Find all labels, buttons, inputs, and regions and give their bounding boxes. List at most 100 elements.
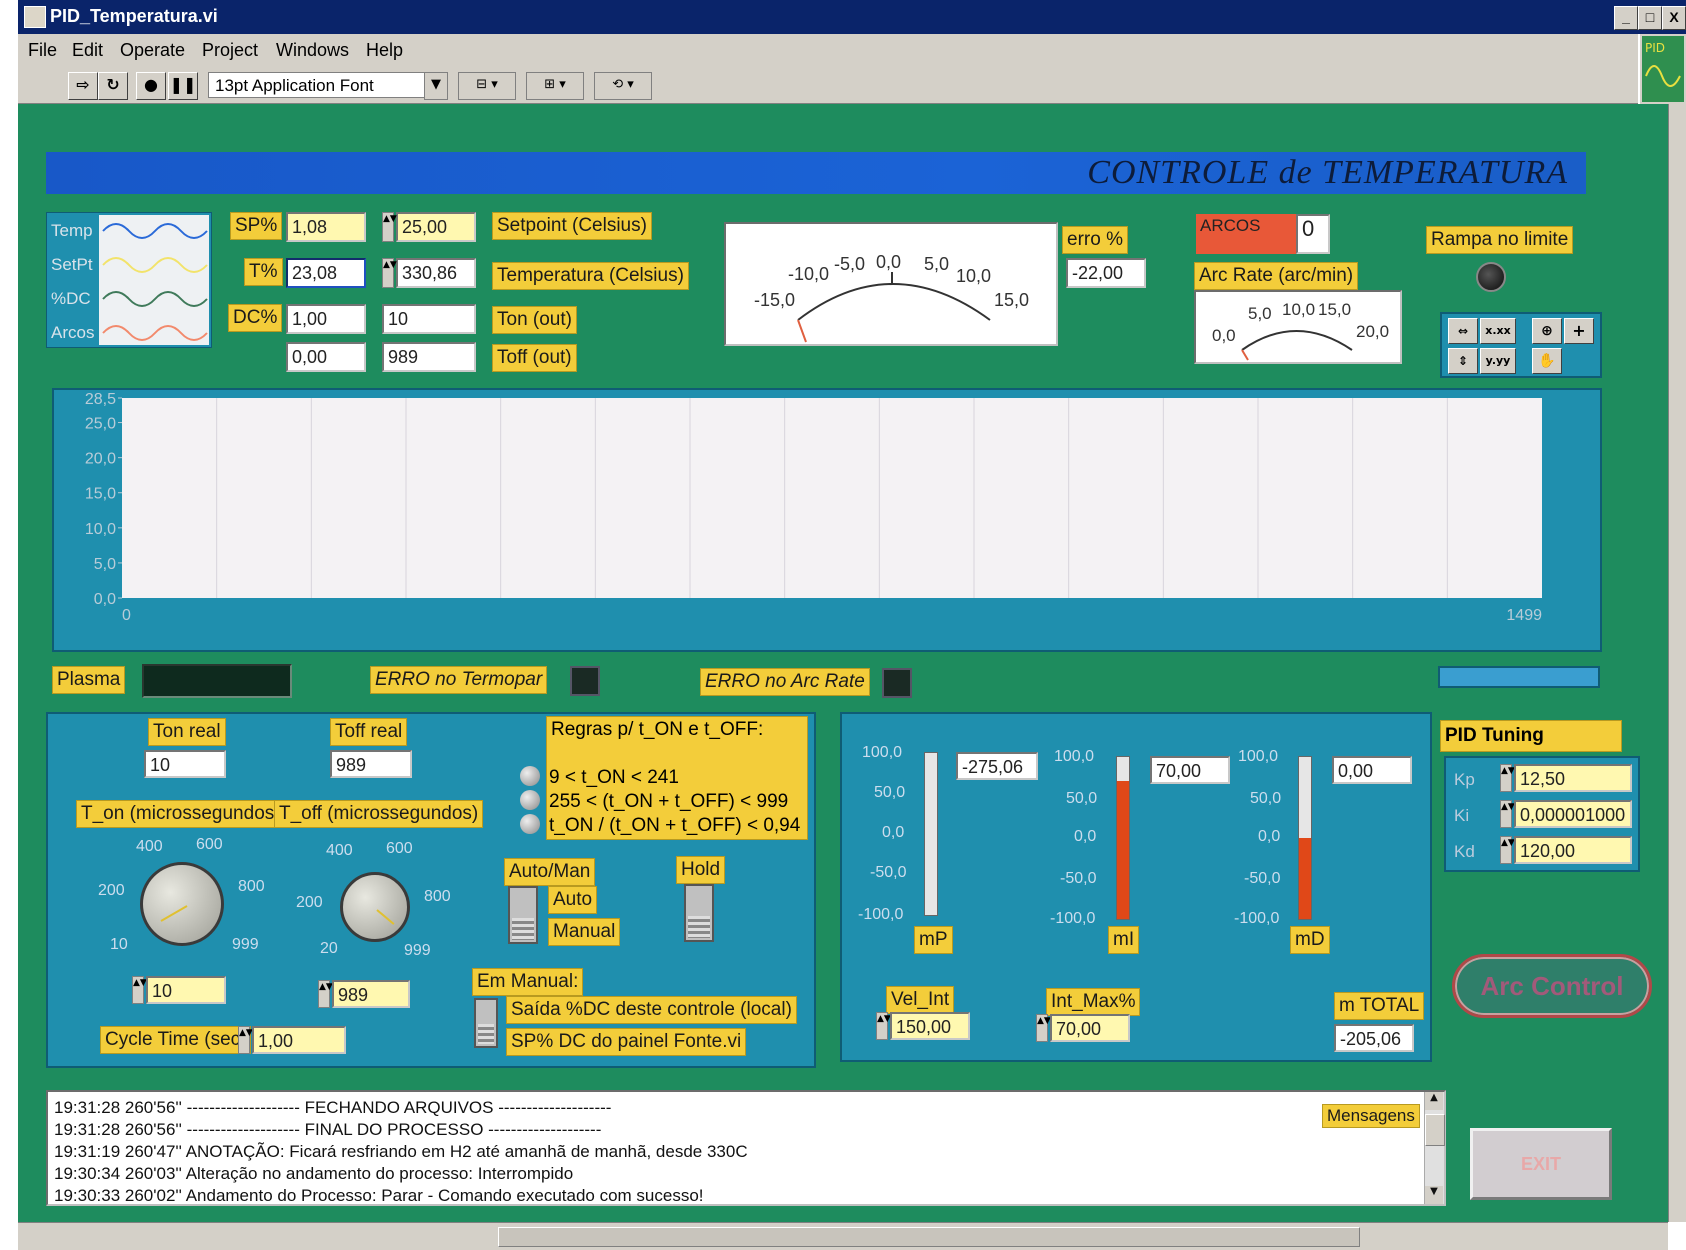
maximize-button[interactable]: □ xyxy=(1638,6,1662,30)
menu-help[interactable]: Help xyxy=(366,40,403,61)
messages-scroll-thumb[interactable] xyxy=(1425,1114,1445,1146)
legend-arcos: Arcos xyxy=(51,323,95,342)
font-dropdown-arrow-icon[interactable]: ▼ xyxy=(424,72,448,100)
window-title: PID_Temperatura.vi xyxy=(50,6,218,26)
ton-knob-tick-999: 999 xyxy=(232,936,259,953)
mi-label: mI xyxy=(1108,926,1140,954)
menu-edit[interactable]: Edit xyxy=(72,40,103,61)
minimize-button[interactable]: _ xyxy=(1614,6,1638,30)
toff-value-field[interactable]: 989 xyxy=(332,980,410,1008)
vi-logo-icon: PID xyxy=(1640,34,1686,104)
legend-temp: Temp xyxy=(51,221,93,240)
scroll-down-icon[interactable]: ▼ xyxy=(1425,1186,1443,1204)
md-bar xyxy=(1298,756,1312,920)
sp-label: SP% xyxy=(230,212,283,240)
mi-tick-m100: -100,0 xyxy=(1050,910,1096,927)
cycle-time-field[interactable]: 1,00 xyxy=(252,1026,346,1054)
sp-percent-field[interactable]: 1,08 xyxy=(286,212,366,242)
scroll-up-icon[interactable]: ▲ xyxy=(1425,1092,1443,1110)
ki-label: Ki xyxy=(1454,806,1470,825)
int-max-label: Int_Max% xyxy=(1046,988,1141,1016)
run-icon[interactable]: ⇨ xyxy=(68,72,98,100)
run-continuous-icon[interactable]: ↻ xyxy=(98,72,128,100)
pause-icon[interactable]: ❚❚ xyxy=(168,72,198,100)
toff-knob-tick-800: 800 xyxy=(424,888,451,905)
menu-project[interactable]: Project xyxy=(202,40,258,61)
rule-2-led xyxy=(520,790,540,810)
ki-field[interactable]: 0,000001000 xyxy=(1514,800,1632,828)
toff-out-label: Toff (out) xyxy=(492,344,577,372)
md-value-field: 0,00 xyxy=(1332,756,1412,784)
mi-tick-50: 50,0 xyxy=(1066,790,1098,807)
ki-spinner[interactable]: ▲▼ xyxy=(1500,800,1515,828)
vertical-scrollbar[interactable] xyxy=(1668,104,1686,1222)
y-format-icon[interactable]: y.yy xyxy=(1480,348,1516,374)
menu-operate[interactable]: Operate xyxy=(120,40,185,61)
reorder-dropdown[interactable]: ⟲ ▾ xyxy=(594,72,652,100)
sp-celsius-spinner[interactable]: ▲▼ xyxy=(382,212,397,242)
toolbar: ⇨ ↻ ● ❚❚ 13pt Application Font ▼ ⊟ ▾ ⊞ ▾… xyxy=(18,66,1638,104)
menu-windows[interactable]: Windows xyxy=(276,40,349,61)
arc-control-button[interactable]: Arc Control xyxy=(1452,954,1652,1018)
arcos-count-field: 0 xyxy=(1296,214,1330,254)
ton-knob-tick-400: 400 xyxy=(136,838,163,855)
mtotal-label: m TOTAL xyxy=(1334,992,1425,1020)
sp-celsius-field[interactable]: 25,00 xyxy=(396,212,476,242)
toff-spinner[interactable]: ▲▼ xyxy=(318,980,333,1008)
y-autoscale-icon[interactable]: ⇕ xyxy=(1448,348,1478,374)
cycle-time-spinner[interactable]: ▲▼ xyxy=(238,1026,253,1054)
automan-switch[interactable] xyxy=(508,886,538,944)
font-selector[interactable]: 13pt Application Font xyxy=(208,72,448,98)
message-line: 19:31:28 260'56'' -------------------- F… xyxy=(54,1120,602,1139)
align-objects-dropdown[interactable]: ⊟ ▾ xyxy=(458,72,516,100)
message-line: 19:30:34 260'03'' Alteração no andamento… xyxy=(54,1164,574,1183)
exit-button[interactable]: EXIT xyxy=(1470,1128,1612,1200)
toff-knob-tick-20: 20 xyxy=(320,940,338,957)
y-tick-label: 0,0 xyxy=(94,591,116,608)
messages-scrollbar[interactable]: ▲ ▼ xyxy=(1424,1092,1445,1204)
int-max-field[interactable]: 70,00 xyxy=(1050,1014,1130,1042)
md-tick-m50: -50,0 xyxy=(1244,870,1281,887)
arc-tick-2: 5,0 xyxy=(1248,304,1272,323)
erro-termopar-label: ERRO no Termopar xyxy=(370,666,548,694)
message-line: 19:30:33 260'02'' Andamento do Processo:… xyxy=(54,1186,704,1205)
close-button[interactable]: X xyxy=(1662,6,1686,30)
menu-file[interactable]: File xyxy=(28,40,57,61)
abort-icon[interactable]: ● xyxy=(136,72,166,100)
kp-field[interactable]: 12,50 xyxy=(1514,764,1632,792)
distribute-objects-dropdown[interactable]: ⊞ ▾ xyxy=(526,72,584,100)
error-tick-4: 0,0 xyxy=(876,252,902,272)
kd-spinner[interactable]: ▲▼ xyxy=(1500,836,1515,864)
rules-title: Regras p/ t_ON e t_OFF: xyxy=(551,719,764,740)
x-autoscale-icon[interactable]: ⇔ xyxy=(1448,318,1478,344)
kd-field[interactable]: 120,00 xyxy=(1514,836,1632,864)
plot-area xyxy=(122,398,1542,598)
hold-switch[interactable] xyxy=(684,884,714,942)
toff-out-field: 989 xyxy=(382,342,476,372)
ton-spinner[interactable]: ▲▼ xyxy=(132,976,147,1004)
vel-int-spinner[interactable]: ▲▼ xyxy=(876,1012,891,1040)
em-manual-switch[interactable] xyxy=(474,998,498,1048)
ton-value-field[interactable]: 10 xyxy=(146,976,226,1004)
legend-setpt: SetPt xyxy=(51,255,93,274)
cursor-icon[interactable]: + xyxy=(1564,318,1594,344)
horizontal-scrollbar[interactable] xyxy=(18,1222,1668,1250)
erro-value-field: -22,00 xyxy=(1066,258,1146,288)
window-titlebar: PID_Temperatura.vi _ □ X xyxy=(18,0,1686,34)
ton-knob[interactable] xyxy=(140,862,224,946)
pan-hand-icon[interactable]: ✋ xyxy=(1532,348,1562,374)
kp-spinner[interactable]: ▲▼ xyxy=(1500,764,1515,792)
horizontal-scroll-thumb[interactable] xyxy=(498,1227,1360,1247)
zoom-icon[interactable]: ⊕ xyxy=(1532,318,1562,344)
erro-arcrate-label: ERRO no Arc Rate xyxy=(700,668,870,696)
y-tick-label: 15,0 xyxy=(85,486,116,503)
int-max-spinner[interactable]: ▲▼ xyxy=(1036,1014,1051,1042)
md-tick-m100: -100,0 xyxy=(1234,910,1280,927)
kd-label: Kd xyxy=(1454,842,1475,861)
t-celsius-spinner[interactable]: ▲▼ xyxy=(382,258,397,288)
toff-knob[interactable] xyxy=(340,872,410,942)
vel-int-field[interactable]: 150,00 xyxy=(890,1012,970,1040)
toff-real-field: 989 xyxy=(330,750,412,778)
x-format-icon[interactable]: x.xx xyxy=(1480,318,1516,344)
chart-scrollbar[interactable] xyxy=(1438,666,1600,688)
